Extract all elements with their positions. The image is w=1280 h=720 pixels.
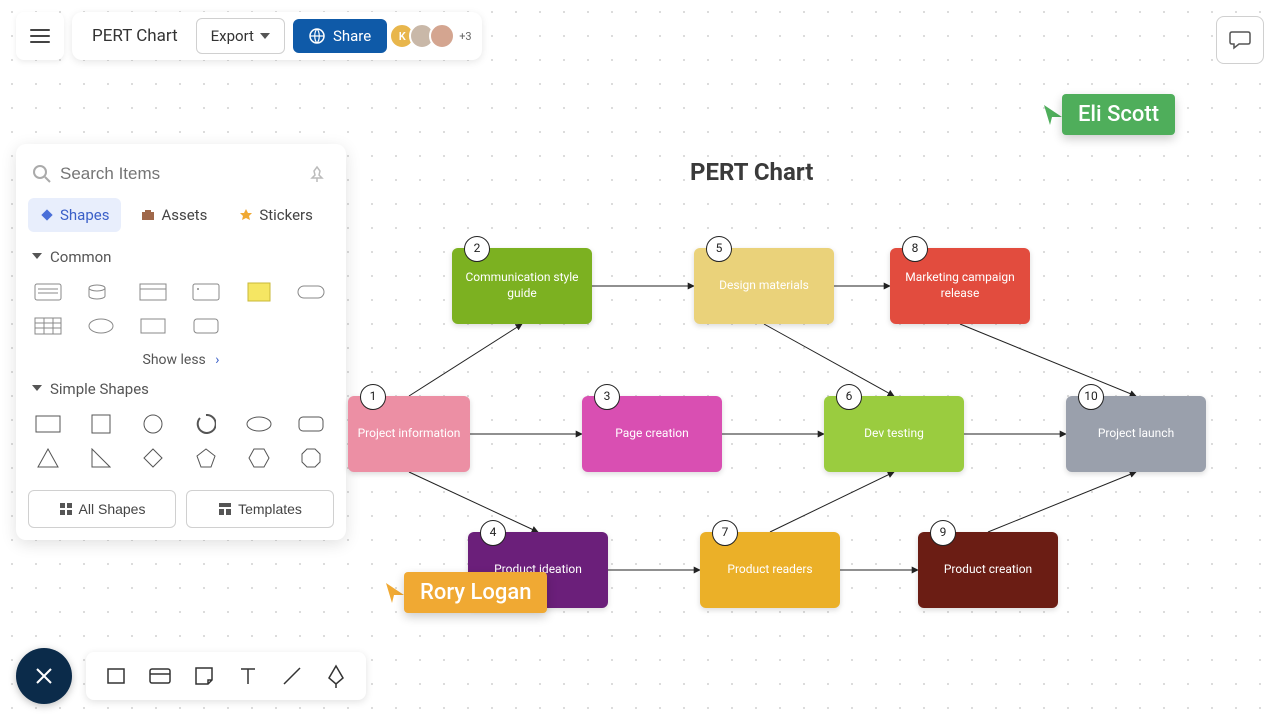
node-number: 1 — [360, 384, 386, 410]
node-number: 2 — [464, 236, 490, 262]
diagram-canvas[interactable]: PERT Chart 1Project information2Communic… — [0, 0, 1280, 720]
node-number: 3 — [594, 384, 620, 410]
cursor-name: Rory Logan — [404, 572, 547, 613]
pert-node-6[interactable]: 6Dev testing — [824, 396, 964, 472]
node-number: 9 — [930, 520, 956, 546]
pert-node-10[interactable]: 10Project launch — [1066, 396, 1206, 472]
node-label: Product readers — [727, 562, 812, 578]
node-label: Project launch — [1098, 426, 1174, 442]
node-label: Page creation — [615, 426, 689, 442]
node-label: Project information — [358, 426, 461, 442]
node-number: 4 — [480, 520, 506, 546]
cursor-icon — [1042, 103, 1064, 127]
user-cursor-rory: Rory Logan — [384, 572, 547, 613]
node-label: Dev testing — [864, 426, 924, 442]
node-label: Marketing campaign release — [896, 270, 1024, 301]
pert-node-7[interactable]: 7Product readers — [700, 532, 840, 608]
node-number: 6 — [836, 384, 862, 410]
node-number: 10 — [1078, 384, 1104, 410]
pert-node-5[interactable]: 5Design materials — [694, 248, 834, 324]
node-number: 7 — [712, 520, 738, 546]
node-label: Product creation — [944, 562, 1032, 578]
node-number: 5 — [706, 236, 732, 262]
cursor-name: Eli Scott — [1062, 94, 1175, 135]
pert-node-1[interactable]: 1Project information — [348, 396, 470, 472]
node-label: Design materials — [719, 278, 809, 294]
node-label: Communication style guide — [458, 270, 586, 301]
pert-node-8[interactable]: 8Marketing campaign release — [890, 248, 1030, 324]
pert-node-9[interactable]: 9Product creation — [918, 532, 1058, 608]
pert-node-3[interactable]: 3Page creation — [582, 396, 722, 472]
node-number: 8 — [902, 236, 928, 262]
user-cursor-eli: Eli Scott — [1042, 94, 1175, 135]
pert-node-2[interactable]: 2Communication style guide — [452, 248, 592, 324]
cursor-icon — [384, 581, 406, 605]
